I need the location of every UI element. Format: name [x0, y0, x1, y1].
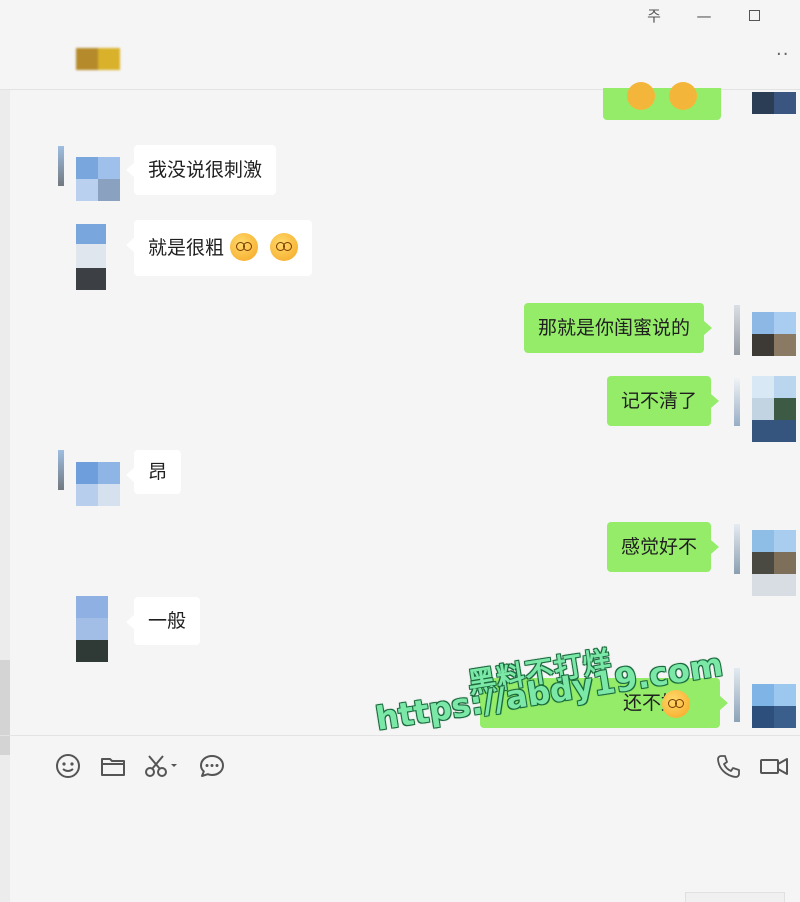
avatar-contact[interactable]	[76, 224, 106, 290]
message-bubble-incoming[interactable]: 昂	[125, 450, 182, 494]
emoji-icon	[627, 82, 655, 110]
emoji-icon	[669, 82, 697, 110]
scissors-icon[interactable]	[143, 752, 179, 780]
avatar-edge	[734, 305, 740, 355]
left-window-edge	[0, 0, 10, 902]
avatar-self[interactable]	[752, 92, 796, 114]
message-text: 就是很粗	[148, 237, 225, 259]
message-bubble-incoming[interactable]: 我没说很刺激	[125, 145, 277, 195]
avatar-edge	[58, 450, 64, 490]
minimize-button[interactable]: —	[692, 5, 716, 27]
message-bubble-incoming[interactable]: 就是很粗	[125, 220, 313, 276]
message-bubble-outgoing[interactable]: 感觉好不	[607, 522, 720, 572]
avatar-contact[interactable]	[76, 157, 120, 201]
avatar-contact[interactable]	[76, 596, 108, 662]
avatar-edge	[734, 524, 740, 574]
more-options-button[interactable]: ··	[776, 44, 789, 65]
scrollbar[interactable]	[0, 660, 10, 755]
message-input[interactable]	[10, 790, 800, 902]
maximize-button[interactable]	[742, 5, 766, 27]
video-icon[interactable]	[758, 752, 790, 780]
avatar-contact[interactable]	[76, 462, 120, 506]
message-bubble-outgoing[interactable]: 记不清了	[607, 376, 720, 426]
avatar-edge	[58, 146, 64, 186]
emoji-icon[interactable]	[54, 752, 82, 780]
flushed-face-emoji-icon	[270, 232, 299, 261]
flushed-face-emoji-icon	[230, 232, 259, 261]
folder-icon[interactable]	[99, 752, 127, 780]
pin-button[interactable]: 주	[642, 5, 666, 27]
avatar-edge	[734, 378, 740, 426]
input-divider	[0, 735, 800, 736]
avatar-edge	[734, 668, 740, 722]
message-bubble-incoming[interactable]: 一般	[125, 597, 201, 645]
phone-icon[interactable]	[714, 752, 742, 780]
avatar-self[interactable]	[752, 684, 796, 728]
send-button[interactable]	[685, 892, 785, 902]
avatar-self[interactable]	[752, 530, 796, 596]
avatar-self[interactable]	[752, 312, 796, 356]
maximize-icon	[748, 10, 760, 21]
avatar-self[interactable]	[752, 376, 796, 442]
message-bubble-outgoing[interactable]: 那就是你闺蜜说的	[524, 303, 713, 353]
chat-title-redacted	[76, 48, 120, 70]
chat-history-icon[interactable]	[198, 752, 226, 780]
chat-title-bar: 주 — ··	[0, 0, 800, 90]
message-bubble-partial[interactable]	[603, 82, 721, 120]
emoji-icon	[662, 690, 690, 718]
